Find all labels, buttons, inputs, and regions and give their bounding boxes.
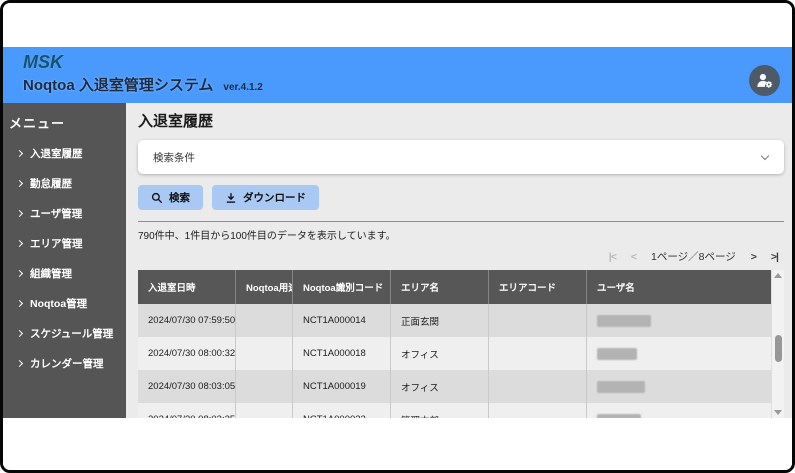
sidebar-menu-item[interactable]: カレンダー管理 <box>3 348 126 378</box>
cell-code: NCT1A000018 <box>292 337 390 370</box>
cell-code: NCT1A000019 <box>292 370 390 403</box>
app-window: MSK Noqtoa 入退室管理システム ver.4.1.2 <box>0 0 795 473</box>
sidebar-menu-item[interactable]: エリア管理 <box>3 228 126 258</box>
cell-area: オフィス <box>390 337 488 370</box>
result-count-status: 790件中、1件目から100件目のデータを表示しています。 <box>138 227 784 242</box>
page-indicator: 1ページ／8ページ <box>651 249 736 264</box>
sidebar-menu-item[interactable]: Noqtoa管理 <box>3 288 126 318</box>
history-table: 入退室日時 Noqtoa用途 ↓ Noqtoa識別コード エリア名 エリアコード… <box>138 270 771 418</box>
search-icon <box>151 192 163 204</box>
cell-usage <box>235 403 292 418</box>
scroll-down-icon[interactable] <box>774 410 782 415</box>
brand: MSK Noqtoa 入退室管理システム ver.4.1.2 <box>23 51 263 95</box>
table-row[interactable]: 2024/07/30 08:00:32 NCT1A000018 オフィス <box>138 337 771 370</box>
col-header-user: ユーザ名 <box>586 270 771 304</box>
sidebar-item-label: 勤怠履歴 <box>30 176 72 191</box>
sidebar-item-label: 組織管理 <box>30 266 72 281</box>
col-header-area: エリア名 <box>390 270 488 304</box>
pagination: |< < 1ページ／8ページ > >| <box>138 249 784 264</box>
user-gear-icon <box>755 71 774 90</box>
cell-user <box>586 403 771 418</box>
sidebar-menu-item[interactable]: スケジュール管理 <box>3 318 126 348</box>
redacted-username <box>597 315 651 327</box>
search-conditions-accordion[interactable]: 検索条件 <box>138 140 784 174</box>
table-header-row: 入退室日時 Noqtoa用途 ↓ Noqtoa識別コード エリア名 エリアコード… <box>138 270 771 304</box>
table-body: 2024/07/30 07:59:50 NCT1A000014 正面玄関 202… <box>138 304 771 418</box>
first-page-button[interactable]: |< <box>609 251 616 263</box>
col-header-datetime: 入退室日時 <box>138 270 235 304</box>
divider <box>138 221 784 222</box>
chevron-right-icon <box>16 269 23 276</box>
download-icon <box>225 192 237 204</box>
cell-datetime: 2024/07/30 08:00:32 <box>138 337 235 370</box>
cell-user <box>586 304 771 337</box>
col-header-areacode: エリアコード <box>488 270 586 304</box>
app-title: Noqtoa 入退室管理システム <box>23 74 213 95</box>
col-header-code: Noqtoa識別コード <box>292 270 390 304</box>
chevron-right-icon <box>16 329 23 336</box>
scrollbar-thumb[interactable] <box>775 335 782 362</box>
sidebar-item-label: ユーザ管理 <box>30 206 82 221</box>
table-scrollbar[interactable] <box>771 270 784 418</box>
chevron-right-icon <box>16 359 23 366</box>
msk-logo: MSK <box>23 51 263 73</box>
cell-datetime: 2024/07/30 07:59:50 <box>138 304 235 337</box>
cell-areacode <box>488 304 586 337</box>
sidebar-menu-item[interactable]: 組織管理 <box>3 258 126 288</box>
cell-datetime: 2024/07/30 08:03:05 <box>138 370 235 403</box>
table-row[interactable]: 2024/07/30 07:59:50 NCT1A000014 正面玄関 <box>138 304 771 337</box>
sidebar-item-label: Noqtoa管理 <box>30 296 87 311</box>
redacted-username <box>597 348 637 360</box>
sidebar-menu-item[interactable]: 勤怠履歴 <box>3 168 126 198</box>
cell-user <box>586 370 771 403</box>
page-title: 入退室履歴 <box>138 110 784 131</box>
bottom-white-strip <box>3 418 792 470</box>
sidebar-item-label: カレンダー管理 <box>30 356 104 371</box>
cell-usage <box>235 304 292 337</box>
prev-page-button[interactable]: < <box>631 251 636 263</box>
sidebar-title: メニュー <box>3 111 126 138</box>
sidebar-menu: 入退室履歴 勤怠履歴 ユーザ管理 エリア管理 組織管理 Noqtoa管理 スケジ… <box>3 138 126 378</box>
cell-datetime: 2024/07/30 08:03:35 <box>138 403 235 418</box>
chevron-right-icon <box>16 239 23 246</box>
table-row[interactable]: 2024/07/30 08:03:35 NCT1A000023 管理本部 <box>138 403 771 418</box>
sidebar-item-label: 入退室履歴 <box>30 146 83 161</box>
chevron-right-icon <box>16 209 23 216</box>
cell-area: 正面玄関 <box>390 304 488 337</box>
cell-user <box>586 337 771 370</box>
redacted-username <box>597 414 641 419</box>
chevron-right-icon <box>16 299 23 306</box>
cell-usage <box>235 337 292 370</box>
app-version: ver.4.1.2 <box>223 82 262 93</box>
cell-code: NCT1A000023 <box>292 403 390 418</box>
main-panel: 入退室履歴 検索条件 検索 <box>126 103 792 418</box>
next-page-button[interactable]: > <box>751 251 756 263</box>
redacted-username <box>597 381 645 393</box>
sidebar-menu-item[interactable]: ユーザ管理 <box>3 198 126 228</box>
download-button[interactable]: ダウンロード <box>212 185 319 210</box>
col-header-usage[interactable]: Noqtoa用途 ↓ <box>235 270 292 304</box>
table-row[interactable]: 2024/07/30 08:03:05 NCT1A000019 オフィス <box>138 370 771 403</box>
chevron-right-icon <box>16 149 23 156</box>
sidebar-menu-item[interactable]: 入退室履歴 <box>3 138 126 168</box>
scroll-up-icon[interactable] <box>774 273 782 278</box>
cell-usage <box>235 370 292 403</box>
search-conditions-label: 検索条件 <box>153 150 195 165</box>
app-header: MSK Noqtoa 入退室管理システム ver.4.1.2 <box>3 47 792 103</box>
account-settings-button[interactable] <box>749 65 780 96</box>
cell-area: オフィス <box>390 370 488 403</box>
cell-areacode <box>488 337 586 370</box>
cell-area: 管理本部 <box>390 403 488 418</box>
sidebar-item-label: エリア管理 <box>30 236 83 251</box>
top-white-strip <box>3 3 792 47</box>
cell-areacode <box>488 403 586 418</box>
chevron-right-icon <box>16 179 23 186</box>
cell-areacode <box>488 370 586 403</box>
cell-code: NCT1A000014 <box>292 304 390 337</box>
sidebar-item-label: スケジュール管理 <box>30 326 113 341</box>
last-page-button[interactable]: >| <box>771 251 778 263</box>
chevron-down-icon <box>761 151 769 159</box>
search-button[interactable]: 検索 <box>138 185 203 210</box>
sidebar: メニュー 入退室履歴 勤怠履歴 ユーザ管理 エリア管理 組織管理 Noqtoa管… <box>3 103 126 418</box>
